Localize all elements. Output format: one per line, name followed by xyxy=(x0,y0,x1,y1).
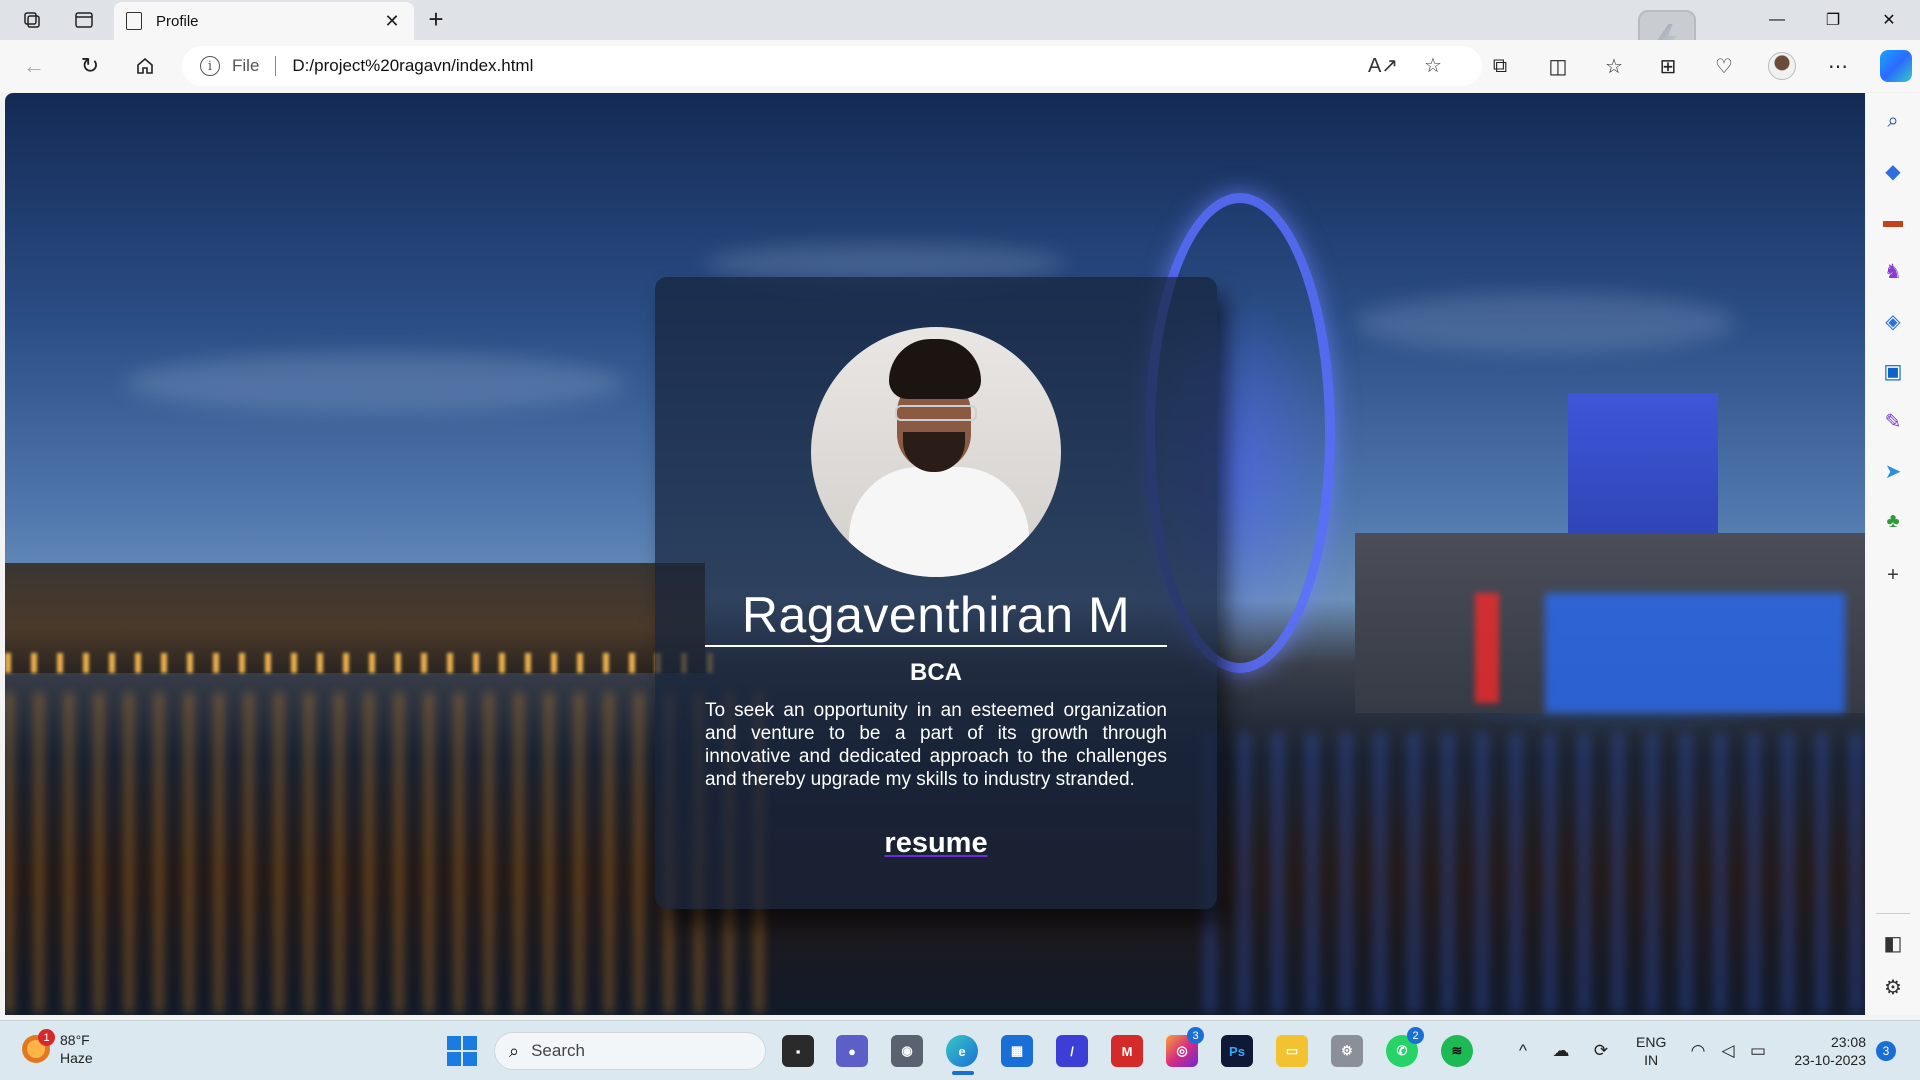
favorites-icon[interactable]: ☆ xyxy=(1600,52,1628,80)
lang-bottom: IN xyxy=(1644,1052,1659,1068)
riverbank-lights xyxy=(5,653,725,673)
close-tab-icon[interactable]: ✕ xyxy=(382,11,402,32)
red-light xyxy=(1475,593,1499,703)
task-view-icon[interactable]: ▪ xyxy=(782,1035,814,1067)
search-icon: ⌕ xyxy=(509,1040,520,1061)
outlook-icon[interactable]: ▣ xyxy=(1879,357,1907,385)
teams-chat-icon[interactable]: ● xyxy=(836,1035,868,1067)
clock-date: 23-10-2023 xyxy=(1794,1052,1866,1068)
hide-sidebar-icon[interactable]: ◧ xyxy=(1879,929,1907,957)
camera-icon[interactable]: ◉ xyxy=(891,1035,923,1067)
vscode-style-app-icon[interactable]: / xyxy=(1056,1035,1088,1067)
wifi-icon[interactable]: ◠ xyxy=(1686,1039,1710,1063)
tree-icon[interactable]: ♣ xyxy=(1879,507,1907,535)
sidebar-divider xyxy=(1876,913,1910,914)
page-icon xyxy=(126,12,142,30)
workspaces-icon[interactable] xyxy=(20,8,44,32)
vertical-tabs-icon[interactable] xyxy=(72,8,96,32)
volume-icon[interactable]: ◁ xyxy=(1716,1039,1740,1063)
restore-button[interactable]: ❐ xyxy=(1810,6,1856,34)
profile-card: Ragaventhiran M BCA To seek an opportuni… xyxy=(655,277,1217,909)
back-arrow-icon[interactable]: ← xyxy=(20,52,48,80)
scheme-label: File xyxy=(232,56,260,75)
taskbar-search[interactable]: ⌕ Search xyxy=(494,1032,766,1070)
browser-essentials-icon[interactable]: ♡ xyxy=(1710,52,1738,80)
blue-lights xyxy=(1545,593,1845,713)
address-separator xyxy=(275,56,277,76)
left-reflection xyxy=(5,693,765,1013)
clock-time: 23:08 xyxy=(1830,1034,1866,1050)
weather-sun-icon: 1 xyxy=(22,1029,55,1063)
tab-profile[interactable]: Profile ✕ xyxy=(114,2,414,40)
notification-badge[interactable]: 3 xyxy=(1876,1041,1896,1061)
send-icon[interactable]: ➤ xyxy=(1879,457,1907,485)
edge-sidebar: ⌕ ◆ ▬ ♞ ◈ ▣ ✎ ➤ ♣ + ◧ ⚙ xyxy=(1866,93,1920,1015)
whatsapp-icon[interactable]: ✆ 2 xyxy=(1386,1027,1424,1067)
profile-photo xyxy=(811,327,1061,577)
show-hidden-icons-chevron-up-icon[interactable]: ^ xyxy=(1511,1039,1535,1063)
weather-badge: 1 xyxy=(38,1029,55,1046)
games-icon[interactable]: ♞ xyxy=(1879,257,1907,285)
read-aloud-icon[interactable]: A↗ xyxy=(1368,52,1398,78)
microsoft-365-icon[interactable]: ◈ xyxy=(1879,307,1907,335)
profile-avatar[interactable] xyxy=(1768,52,1796,80)
search-icon[interactable]: ⌕ xyxy=(1879,107,1907,135)
browser-toolbar: ← ↻ i File D:/project%20ragavn/index.htm… xyxy=(0,40,1920,92)
info-icon[interactable]: i xyxy=(200,56,220,76)
weather-widget[interactable]: 1 88°F Haze xyxy=(22,1029,93,1067)
profile-name: Ragaventhiran M xyxy=(705,585,1167,647)
refresh-icon[interactable]: ↻ xyxy=(76,52,104,80)
split-screen-icon[interactable]: ◫ xyxy=(1544,52,1572,80)
more-menu-icon[interactable]: ⋯ xyxy=(1824,52,1852,80)
career-objective: To seek an opportunity in an esteemed or… xyxy=(705,700,1167,790)
windows-taskbar: 1 88°F Haze ⌕ Search ▪ ● ◉ e ▦ / M ◎ 3 P… xyxy=(0,1020,1920,1080)
instagram-icon[interactable]: ◎ 3 xyxy=(1166,1027,1204,1067)
cloud xyxy=(125,353,625,413)
search-placeholder: Search xyxy=(531,1041,585,1060)
add-sidebar-app-icon[interactable]: + xyxy=(1879,561,1907,589)
browser-title-bar: Profile ✕ + — ❐ ✕ xyxy=(0,0,1920,68)
microsoft-store-icon[interactable]: ▦ xyxy=(1001,1035,1033,1067)
right-reflection xyxy=(1205,733,1865,1013)
edge-browser-icon[interactable]: e xyxy=(946,1035,978,1067)
page-viewport: Ragaventhiran M BCA To seek an opportuni… xyxy=(5,93,1865,1015)
designer-icon[interactable]: ✎ xyxy=(1879,407,1907,435)
cloud xyxy=(1355,293,1735,353)
home-icon[interactable] xyxy=(131,52,159,80)
tab-title: Profile xyxy=(156,12,199,30)
address-bar[interactable]: i File D:/project%20ragavn/index.html xyxy=(182,46,1482,86)
update-icon[interactable]: ⟳ xyxy=(1589,1039,1613,1063)
file-explorer-icon[interactable]: ▭ xyxy=(1276,1035,1308,1067)
whatsapp-badge: 2 xyxy=(1407,1027,1424,1044)
new-tab-button[interactable]: + xyxy=(422,6,450,34)
instagram-badge: 3 xyxy=(1187,1027,1204,1044)
weather-temp: 88°F xyxy=(60,1032,90,1048)
mcafee-shield-icon[interactable]: M xyxy=(1111,1035,1143,1067)
collections-icon[interactable]: ⊞ xyxy=(1654,52,1682,80)
url-text[interactable]: D:/project%20ragavn/index.html xyxy=(292,56,533,76)
cloud-sync-icon[interactable]: ☁ xyxy=(1549,1039,1573,1063)
minimize-button[interactable]: — xyxy=(1754,6,1800,34)
extensions-icon[interactable]: ⧉ xyxy=(1486,52,1514,80)
start-button[interactable] xyxy=(447,1036,477,1066)
lang-top: ENG xyxy=(1636,1034,1667,1050)
tools-briefcase-icon[interactable]: ▬ xyxy=(1879,207,1907,235)
language-indicator[interactable]: ENG IN xyxy=(1636,1033,1666,1069)
spotify-icon[interactable]: ≋ xyxy=(1441,1035,1473,1067)
settings-gear-icon[interactable]: ⚙ xyxy=(1879,973,1907,1001)
resume-link[interactable]: resume xyxy=(884,827,987,859)
weather-condition: Haze xyxy=(60,1050,93,1066)
battery-icon[interactable]: ▭ xyxy=(1746,1039,1770,1063)
active-app-indicator xyxy=(952,1071,974,1075)
favorite-star-icon[interactable]: ☆ xyxy=(1420,52,1446,78)
network-tool-icon[interactable]: ⚙ xyxy=(1331,1035,1363,1067)
copilot-icon[interactable] xyxy=(1880,50,1912,82)
close-window-button[interactable]: ✕ xyxy=(1866,6,1912,34)
profile-degree: BCA xyxy=(910,659,962,686)
clock[interactable]: 23:08 23-10-2023 xyxy=(1786,1033,1866,1069)
photoshop-icon[interactable]: Ps xyxy=(1221,1035,1253,1067)
shopping-tag-icon[interactable]: ◆ xyxy=(1879,157,1907,185)
